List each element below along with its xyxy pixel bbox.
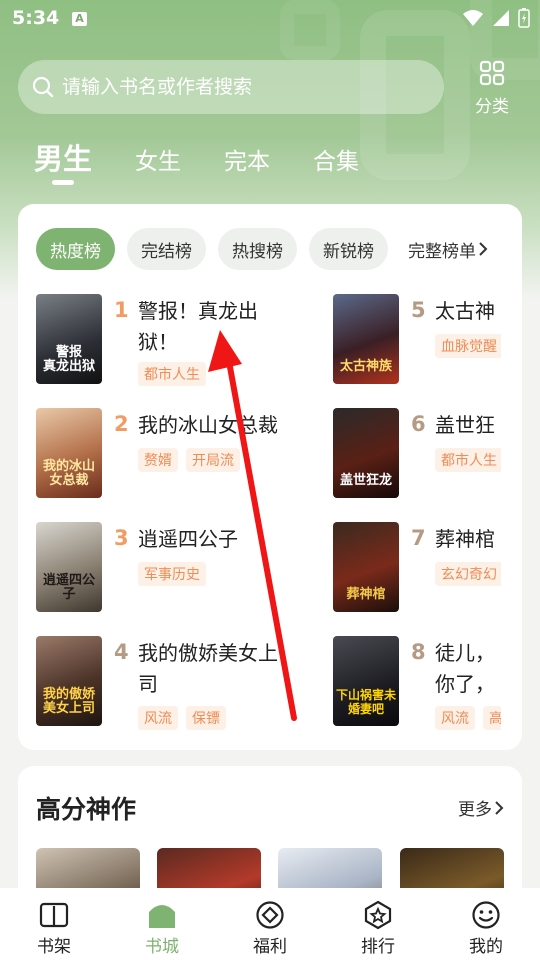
nav-label: 福利 [253,937,287,957]
ranking-card: 热度榜 完结榜 热搜榜 新锐榜 完整榜单 警报 真龙出狱 1 警报！真龙出狱！ … [18,204,522,750]
full-ranking-label: 完整榜单 [408,241,476,262]
more-link[interactable]: 更多 [458,795,504,820]
book-cover: 盖世狂龙 [333,408,399,498]
wifi-icon [463,10,483,26]
book-tag: 开局流 [186,448,240,472]
nav-label: 排行 [361,937,395,957]
nav-profile[interactable]: 我的 [432,888,540,960]
channel-tabs: 男生 女生 完本 合集 [34,136,402,185]
book-cover: 下山祸害未婚妻吧 [333,636,399,726]
chevron-right-icon [495,800,504,815]
book-tag: 保镖 [186,706,226,730]
nav-label: 我的 [469,937,503,957]
rank-number: 2 [114,412,129,436]
chip-new[interactable]: 新锐榜 [309,228,388,270]
category-label: 分类 [475,97,509,117]
notification-a-icon: A [72,12,87,26]
book-item[interactable]: 逍遥四公子 3 逍遥四公子 军事历史 [36,522,326,614]
search-icon [32,76,54,98]
book-item[interactable]: 警报 真龙出狱 1 警报！真龙出狱！ 都市人生 [36,294,326,386]
smile-icon [472,901,500,929]
book-title: 葬神棺 [435,527,495,551]
cover-text: 下山祸害未婚妻吧 [335,688,396,716]
cover-text: 盖世狂龙 [339,473,392,488]
book-title: 盖世狂 [435,413,495,437]
book-title: 警报！真龙出狱！ [138,299,258,354]
book-item[interactable]: 下山祸害未婚妻吧 8 徒儿，你了，下 风流 高 [333,636,522,730]
section-title: 高分神作 [36,795,137,824]
signal-icon [493,10,509,26]
cover-text: 警报 真龙出狱 [42,345,95,374]
book-cover: 警报 真龙出狱 [36,294,102,384]
book-tag: 高 [483,706,501,730]
status-time: 5:34 [12,7,60,29]
book-title: 太古神 [435,299,495,323]
tab-female[interactable]: 女生 [135,142,181,176]
chip-finished[interactable]: 完结榜 [127,228,206,270]
bottom-navigation: 书架 书城 福利 排行 我的 [0,888,540,960]
book-cover: 葬神棺 [333,522,399,612]
book-item[interactable]: 太古神族 5 太古神 血脉觉醒 [333,294,522,386]
book-title: 逍遥四公子 [138,527,238,551]
nav-bookshelf[interactable]: 书架 [0,888,108,960]
book-tag: 风流 [435,706,475,730]
nav-label: 书架 [37,937,71,957]
book-tag: 都市人生 [435,448,501,472]
book-title: 我的傲娇美女上司 [138,641,278,696]
cover-text: 太古神族 [339,359,392,374]
rank-number: 8 [411,640,426,664]
rank-number: 4 [114,640,129,664]
rank-number: 6 [411,412,426,436]
book-tag: 赘婿 [138,448,178,472]
book-cover: 我的冰山女总裁 [36,408,102,498]
chevron-right-icon [479,242,488,256]
cover-text: 我的冰山女总裁 [42,459,95,488]
rank-number: 1 [114,298,129,322]
nav-ranking[interactable]: 排行 [324,888,432,960]
book-cover: 逍遥四公子 [36,522,102,612]
book-item[interactable]: 我的傲娇美女上司 4 我的傲娇美女上司 风流 保镖 [36,636,326,730]
chip-hot[interactable]: 热度榜 [36,228,115,270]
nav-label: 书城 [145,937,179,957]
tab-collection[interactable]: 合集 [313,142,359,176]
book-tag: 风流 [138,706,178,730]
book-title: 我的冰山女总裁 [138,413,278,437]
more-label: 更多 [458,800,492,820]
book-tag: 血脉觉醒 [435,334,501,358]
diamond-icon [256,901,284,929]
chip-hot-search[interactable]: 热搜榜 [218,228,297,270]
book-item[interactable]: 盖世狂龙 6 盖世狂 都市人生 [333,408,522,500]
book-title: 徒儿，你了，下 [435,641,495,696]
star-badge-icon [364,900,392,930]
search-bar[interactable] [18,60,444,114]
rank-number: 5 [411,298,426,322]
tab-finished[interactable]: 完本 [224,142,270,176]
search-input[interactable] [62,76,432,98]
cover-text: 我的傲娇美女上司 [42,687,95,716]
book-item[interactable]: 我的冰山女总裁 2 我的冰山女总裁 赘婿 开局流 [36,408,326,500]
status-bar: 5:34 A [0,0,540,36]
category-button[interactable]: 分类 [466,60,518,117]
full-ranking-link[interactable]: 完整榜单 [408,237,488,262]
nav-bookstore[interactable]: 书城 [108,888,216,960]
book-icon [39,902,69,928]
book-tag: 玄幻奇幻 [435,562,501,586]
tab-male[interactable]: 男生 [34,136,92,185]
book-tag: 都市人生 [138,362,206,386]
rank-number: 7 [411,526,426,550]
book-item[interactable]: 葬神棺 7 葬神棺 玄幻奇幻 [333,522,522,614]
high-score-section: 高分神作 更多 [18,766,522,906]
book-cover: 太古神族 [333,294,399,384]
nav-welfare[interactable]: 福利 [216,888,324,960]
book-cover: 我的傲娇美女上司 [36,636,102,726]
grid-icon [479,60,505,86]
book-tag: 军事历史 [138,562,206,586]
cover-text: 逍遥四公子 [42,573,95,602]
cover-text: 葬神棺 [346,587,386,602]
battery-icon [518,8,530,28]
rank-number: 3 [114,526,129,550]
rank-filter-chips: 热度榜 完结榜 热搜榜 新锐榜 完整榜单 [36,228,488,270]
store-icon [149,905,175,928]
